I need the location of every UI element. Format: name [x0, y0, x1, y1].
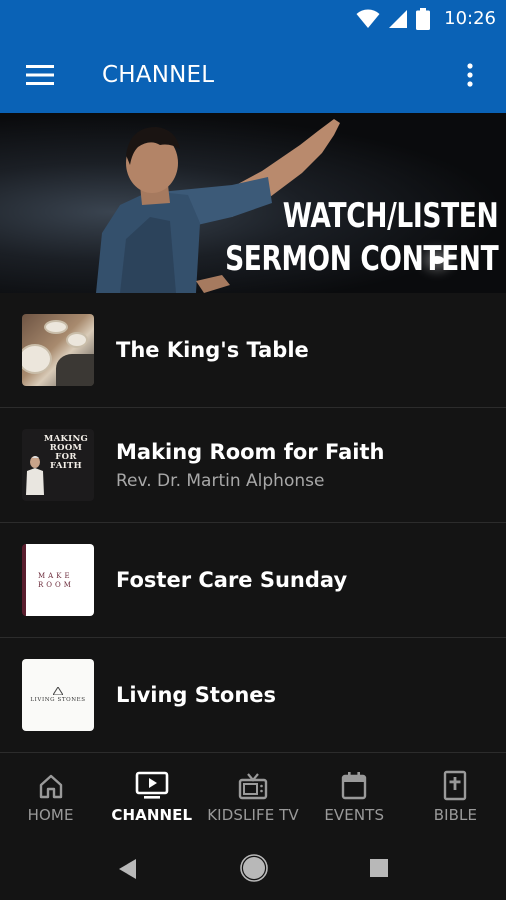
- thumbnail-foster-care-sunday: MAKE ROOM: [22, 544, 94, 616]
- nav-tab-channel[interactable]: CHANNEL: [101, 753, 202, 840]
- nav-tab-label: KIDSLIFE TV: [207, 805, 299, 824]
- status-bar: 10:26: [0, 0, 506, 37]
- hero-heading-line2: SERMON CONTENT: [224, 239, 499, 279]
- status-icons: 10:26: [356, 0, 496, 37]
- more-vertical-icon: [467, 63, 473, 87]
- home-icon: [39, 774, 62, 798]
- thumbnail-title-text: MAKE ROOM: [38, 572, 74, 589]
- nav-tab-label: EVENTS: [324, 805, 385, 824]
- list-item-title: Making Room for Faith: [116, 440, 385, 464]
- tv-antenna-icon: [238, 772, 268, 799]
- cell-signal-icon: [389, 9, 408, 28]
- list-item-kings-table[interactable]: The King's Table: [0, 293, 506, 408]
- bottom-navigation: HOME CHANNEL KIDSLIFE TV EVENTS BIBLE: [0, 752, 506, 840]
- bible-icon: [444, 770, 467, 800]
- more-options-button[interactable]: [450, 53, 490, 97]
- nav-tab-kidslife-tv[interactable]: KIDSLIFE TV: [202, 753, 303, 840]
- app-bar: CHANNEL: [0, 37, 506, 113]
- hamburger-menu-icon: [26, 65, 54, 85]
- list-item-title: The King's Table: [116, 338, 309, 362]
- nav-tab-home[interactable]: HOME: [0, 753, 101, 840]
- thumbnail-kings-table: [22, 314, 94, 386]
- list-item-title: Living Stones: [116, 683, 277, 707]
- battery-icon: [416, 7, 431, 30]
- wifi-icon: [356, 9, 380, 28]
- list-item-living-stones[interactable]: LIVING STONES Living Stones: [0, 638, 506, 753]
- list-item-subtitle: Rev. Dr. Martin Alphonse: [116, 471, 325, 491]
- home-circle-icon[interactable]: [240, 854, 268, 882]
- thumbnail-title-text: MAKING ROOM FOR FAITH: [43, 434, 89, 471]
- hero-heading: WATCH/LISTEN SERMON CONTENT: [224, 195, 499, 281]
- list-item-making-room-for-faith[interactable]: MAKING ROOM FOR FAITH Making Room for Fa…: [0, 408, 506, 523]
- back-icon[interactable]: [118, 858, 138, 880]
- list-item-foster-care-sunday[interactable]: MAKE ROOM Foster Care Sunday: [0, 523, 506, 638]
- thumbnail-making-room-for-faith: MAKING ROOM FOR FAITH: [22, 429, 94, 501]
- list-item-title: Foster Care Sunday: [116, 568, 348, 592]
- nav-tab-label: CHANNEL: [111, 805, 193, 824]
- thumbnail-title-text: LIVING STONES: [30, 697, 86, 703]
- menu-button[interactable]: [0, 37, 80, 113]
- calendar-icon: [342, 771, 367, 799]
- thumbnail-living-stones: LIVING STONES: [22, 659, 94, 731]
- channel-list: The King's Table MAKING ROOM FOR FAITH M…: [0, 293, 506, 753]
- hero-heading-line1: WATCH/LISTEN: [282, 196, 498, 236]
- stones-logo-icon: [53, 687, 63, 695]
- system-navigation-bar: [0, 840, 506, 900]
- hero-banner[interactable]: WATCH/LISTEN SERMON CONTENT: [0, 113, 506, 293]
- nav-tab-bible[interactable]: BIBLE: [405, 753, 506, 840]
- nav-tab-label: HOME: [27, 805, 74, 824]
- status-time: 10:26: [444, 8, 496, 29]
- page-title: CHANNEL: [102, 62, 215, 88]
- nav-tab-events[interactable]: EVENTS: [304, 753, 405, 840]
- recent-apps-icon[interactable]: [370, 859, 388, 877]
- nav-tab-label: BIBLE: [433, 805, 478, 824]
- tv-play-icon: [135, 771, 169, 799]
